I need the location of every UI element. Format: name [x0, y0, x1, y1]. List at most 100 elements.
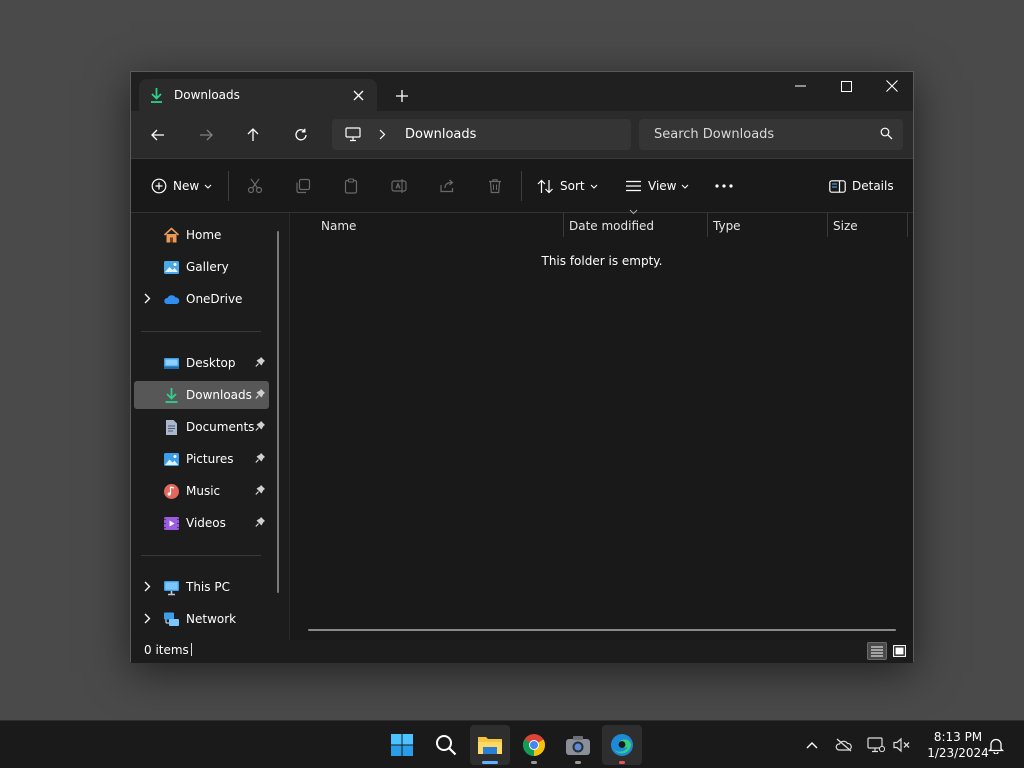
details-pane-icon [829, 179, 846, 193]
up-arrow-icon[interactable] [237, 121, 269, 149]
rename-button[interactable] [391, 171, 407, 201]
clipboard-icon [344, 178, 358, 194]
sidebar-item-videos[interactable]: Videos [134, 509, 269, 537]
pin-icon[interactable] [255, 484, 266, 496]
pin-icon[interactable] [255, 516, 266, 528]
edge-taskbar-button[interactable] [602, 725, 642, 765]
start-button[interactable] [382, 725, 422, 765]
details-view-button[interactable] [867, 642, 887, 660]
chrome-icon [523, 734, 545, 756]
this-pc-icon [164, 581, 179, 596]
pin-icon[interactable] [255, 388, 266, 400]
column-header-name[interactable]: Name [321, 213, 561, 239]
sidebar-item-documents[interactable]: Documents [134, 413, 269, 441]
search-box[interactable]: Search Downloads [639, 119, 903, 150]
onedrive-offline-icon[interactable] [832, 731, 856, 759]
column-header-label: Name [321, 219, 357, 233]
show-hidden-icons-chevron-icon[interactable] [800, 731, 824, 759]
sidebar-item-downloads[interactable]: Downloads [134, 381, 269, 409]
search-input[interactable]: Search Downloads [654, 127, 774, 142]
back-arrow-icon[interactable] [142, 121, 174, 149]
cut-button[interactable] [247, 171, 263, 201]
toolbar-separator [228, 171, 229, 201]
videos-icon [164, 517, 179, 530]
paste-button[interactable] [343, 171, 359, 201]
sidebar-item-label: This PC [186, 580, 230, 594]
sidebar-item-home[interactable]: Home [134, 221, 269, 249]
delete-button[interactable] [487, 171, 503, 201]
windows-logo-icon [391, 734, 413, 756]
sidebar-item-label: Videos [186, 516, 226, 530]
search-taskbar-button[interactable] [426, 725, 466, 765]
title-bar: Downloads [131, 72, 913, 111]
horizontal-scrollbar[interactable] [308, 629, 896, 631]
column-separator[interactable] [707, 213, 708, 237]
refresh-icon[interactable] [285, 121, 317, 149]
volume-muted-icon[interactable] [890, 731, 914, 759]
details-button[interactable]: Details [829, 171, 894, 201]
copy-button[interactable] [295, 171, 311, 201]
download-tab-icon [151, 87, 162, 103]
sidebar-scrollbar[interactable] [277, 231, 279, 593]
chevron-right-icon [144, 613, 151, 624]
address-bar[interactable]: Downloads [332, 119, 631, 150]
new-button[interactable]: New [151, 171, 212, 201]
tab-close-icon[interactable] [349, 86, 367, 104]
column-separator[interactable] [563, 213, 564, 237]
sidebar-item-this-pc[interactable]: This PC [134, 573, 269, 601]
sidebar-item-music[interactable]: Music [134, 477, 269, 505]
item-count: 0 items [144, 643, 189, 657]
sidebar-item-network[interactable]: Network [134, 605, 269, 633]
thumbnail-view-button[interactable] [889, 642, 909, 660]
sort-button[interactable]: Sort [537, 171, 598, 201]
view-button[interactable]: View [625, 171, 689, 201]
sidebar-item-desktop[interactable]: Desktop [134, 349, 269, 377]
running-indicator [575, 761, 581, 764]
column-header-label: Date modified [569, 219, 655, 233]
maximize-icon[interactable] [823, 72, 869, 100]
pin-icon[interactable] [255, 356, 266, 368]
sidebar-item-onedrive[interactable]: OneDrive [134, 285, 269, 313]
pin-icon[interactable] [255, 452, 266, 464]
minimize-icon[interactable] [777, 72, 823, 100]
details-view-icon [871, 645, 883, 657]
empty-folder-message: This folder is empty. [541, 254, 663, 268]
column-separator[interactable] [827, 213, 828, 237]
column-separator[interactable] [907, 213, 908, 237]
navigation-bar: Downloads Search Downloads [131, 111, 913, 158]
column-header-type[interactable]: Type [713, 213, 825, 239]
column-header-date-modified[interactable]: Date modified [569, 213, 705, 239]
more-options-button[interactable] [715, 171, 733, 201]
notification-bell-icon[interactable] [984, 731, 1008, 759]
network-icon [164, 612, 179, 626]
share-button[interactable] [439, 171, 455, 201]
sidebar-item-pictures[interactable]: Pictures [134, 445, 269, 473]
new-tab-icon[interactable] [391, 85, 413, 107]
breadcrumb-downloads[interactable]: Downloads [405, 127, 476, 142]
sidebar-divider [141, 555, 261, 556]
pin-icon[interactable] [255, 420, 266, 432]
tab-title: Downloads [174, 88, 240, 102]
rename-icon [391, 179, 407, 193]
chevron-right-icon [144, 293, 151, 304]
column-header-size[interactable]: Size [833, 213, 905, 239]
onedrive-icon [164, 295, 180, 304]
downloads-icon [165, 388, 178, 403]
sidebar-divider [141, 331, 261, 332]
chevron-down-icon [204, 184, 212, 189]
file-explorer-taskbar-button[interactable] [470, 725, 510, 765]
chevron-down-icon [590, 184, 597, 189]
chrome-taskbar-button[interactable] [514, 725, 554, 765]
camera-taskbar-button[interactable] [558, 725, 598, 765]
sort-icon [537, 179, 553, 193]
pictures-icon [164, 453, 179, 466]
search-icon[interactable] [880, 127, 893, 140]
network-status-icon[interactable] [864, 731, 888, 759]
home-icon [163, 227, 180, 243]
forward-arrow-icon[interactable] [190, 121, 222, 149]
share-icon [440, 179, 454, 193]
status-bar: 0 items [131, 640, 913, 663]
close-window-icon[interactable] [869, 72, 915, 100]
tab-downloads[interactable]: Downloads [139, 79, 377, 111]
sidebar-item-gallery[interactable]: Gallery [134, 253, 269, 281]
